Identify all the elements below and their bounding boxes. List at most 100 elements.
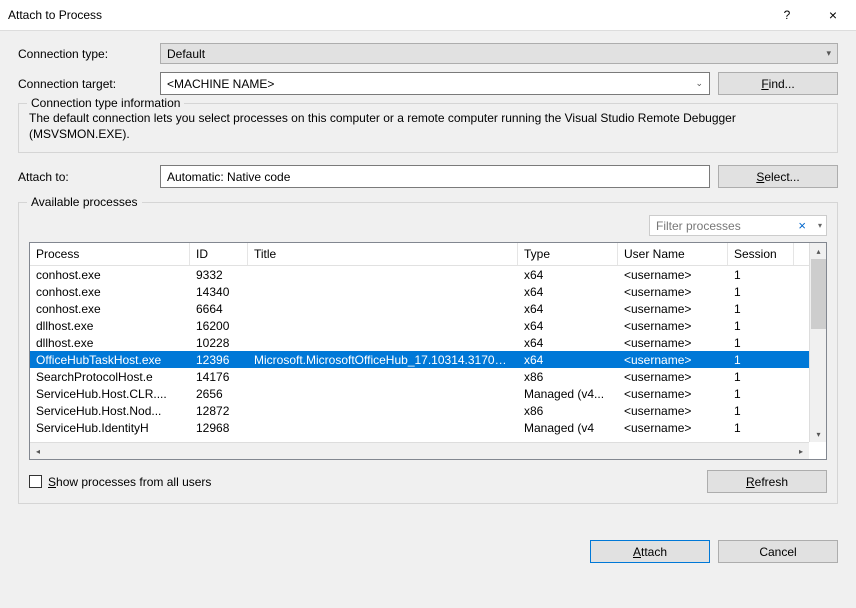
table-body: conhost.exe9332x64<username>1conhost.exe… [30,266,826,459]
cell-id: 14340 [190,285,248,299]
connection-info-text: The default connection lets you select p… [29,110,827,142]
cell-process: ServiceHub.Host.CLR.... [30,387,190,401]
cell-session: 1 [728,268,794,282]
process-table: Process ID Title Type User Name Session … [29,242,827,460]
cell-user: <username> [618,268,728,282]
scroll-right-icon[interactable]: ▸ [793,443,809,460]
titlebar: Attach to Process ? × [0,0,856,31]
table-row[interactable]: conhost.exe14340 x64<username>1 [30,283,826,300]
clear-filter-icon[interactable]: × [798,218,806,233]
col-session[interactable]: Session [728,243,794,265]
cell-type: x64 [518,268,618,282]
close-icon: × [829,7,837,23]
cell-session: 1 [728,319,794,333]
cell-id: 14176 [190,370,248,384]
cell-session: 1 [728,336,794,350]
connection-info-title: Connection type information [27,96,184,110]
connection-info-box: Connection type information The default … [18,103,838,153]
attach-to-value: Automatic: Native code [160,165,710,188]
cell-user: <username> [618,336,728,350]
cell-type: x64 [518,353,618,367]
table-row[interactable]: dllhost.exe16200 x64<username>1 [30,317,826,334]
cell-type: Managed (v4... [518,387,618,401]
cell-type: x64 [518,302,618,316]
filter-dropdown-icon[interactable]: ▾ [818,221,822,230]
connection-target-combo[interactable]: <MACHINE NAME> ⌄ [160,72,710,95]
table-row[interactable]: ServiceHub.Host.CLR....2656 Managed (v4..… [30,385,826,402]
vertical-scrollbar[interactable]: ▴ ▾ [809,243,826,442]
show-all-users-checkbox[interactable] [29,475,42,488]
table-row[interactable]: SearchProtocolHost.e14176x86<username>1 [30,368,826,385]
cell-id: 2656 [190,387,248,401]
col-title[interactable]: Title [248,243,518,265]
col-type[interactable]: Type [518,243,618,265]
cell-id: 10228 [190,336,248,350]
cell-id: 9332 [190,268,248,282]
cell-process: dllhost.exe [30,336,190,350]
cell-type: x64 [518,336,618,350]
cell-process: conhost.exe [30,268,190,282]
col-process[interactable]: Process [30,243,190,265]
find-button[interactable]: Find... [718,72,838,95]
scroll-up-icon[interactable]: ▴ [810,243,827,259]
select-button[interactable]: Select... [718,165,838,188]
cell-user: <username> [618,302,728,316]
cell-type: x86 [518,404,618,418]
table-row[interactable]: conhost.exe6664 x64<username>1 [30,300,826,317]
help-button[interactable]: ? [764,0,810,30]
connection-type-value: Default [167,47,205,61]
scroll-left-icon[interactable]: ◂ [30,443,46,460]
cell-user: <username> [618,285,728,299]
cell-id: 16200 [190,319,248,333]
col-user[interactable]: User Name [618,243,728,265]
cell-session: 1 [728,302,794,316]
refresh-button[interactable]: Refresh [707,470,827,493]
cell-process: conhost.exe [30,285,190,299]
cell-user: <username> [618,319,728,333]
cell-session: 1 [728,353,794,367]
connection-type-label: Connection type: [18,47,160,61]
attach-to-label: Attach to: [18,170,160,184]
table-row[interactable]: OfficeHubTaskHost.exe12396Microsoft.Micr… [30,351,826,368]
scroll-thumb[interactable] [811,259,826,329]
cell-title: Microsoft.MicrosoftOfficeHub_17.10314.31… [248,353,518,367]
connection-type-dropdown[interactable]: Default ▾ [160,43,838,64]
filter-input[interactable]: Filter processes × ▾ [649,215,827,236]
cell-type: Managed (v4 [518,421,618,435]
cell-id: 12872 [190,404,248,418]
cell-type: x86 [518,370,618,384]
cell-id: 12968 [190,421,248,435]
connection-target-value: <MACHINE NAME> [167,77,274,91]
close-button[interactable]: × [810,0,856,30]
cell-process: dllhost.exe [30,319,190,333]
available-processes-box: Available processes Filter processes × ▾… [18,202,838,504]
chevron-down-icon: ▾ [826,48,831,59]
filter-placeholder: Filter processes [656,219,741,233]
cell-process: ServiceHub.IdentityH [30,421,190,435]
cell-process: SearchProtocolHost.e [30,370,190,384]
table-row[interactable]: ServiceHub.Host.Nod...12872x86<username>… [30,402,826,419]
cell-type: x64 [518,319,618,333]
cell-type: x64 [518,285,618,299]
cell-user: <username> [618,421,728,435]
cell-process: ServiceHub.Host.Nod... [30,404,190,418]
available-processes-title: Available processes [27,195,142,209]
cell-user: <username> [618,370,728,384]
show-all-users-label: Show processes from all users [48,475,211,489]
scroll-down-icon[interactable]: ▾ [810,426,827,442]
table-row[interactable]: conhost.exe9332 x64<username>1 [30,266,826,283]
cell-session: 1 [728,285,794,299]
cell-id: 6664 [190,302,248,316]
cancel-button[interactable]: Cancel [718,540,838,563]
attach-button[interactable]: Attach [590,540,710,563]
cell-id: 12396 [190,353,248,367]
table-row[interactable]: ServiceHub.IdentityH12968 Managed (v4<use… [30,419,826,436]
cell-user: <username> [618,387,728,401]
cell-process: conhost.exe [30,302,190,316]
table-row[interactable]: dllhost.exe10228 x64<username>1 [30,334,826,351]
cell-session: 1 [728,421,794,435]
cell-user: <username> [618,353,728,367]
col-id[interactable]: ID [190,243,248,265]
table-header: Process ID Title Type User Name Session [30,243,826,266]
horizontal-scrollbar[interactable]: ◂ ▸ [30,442,809,459]
